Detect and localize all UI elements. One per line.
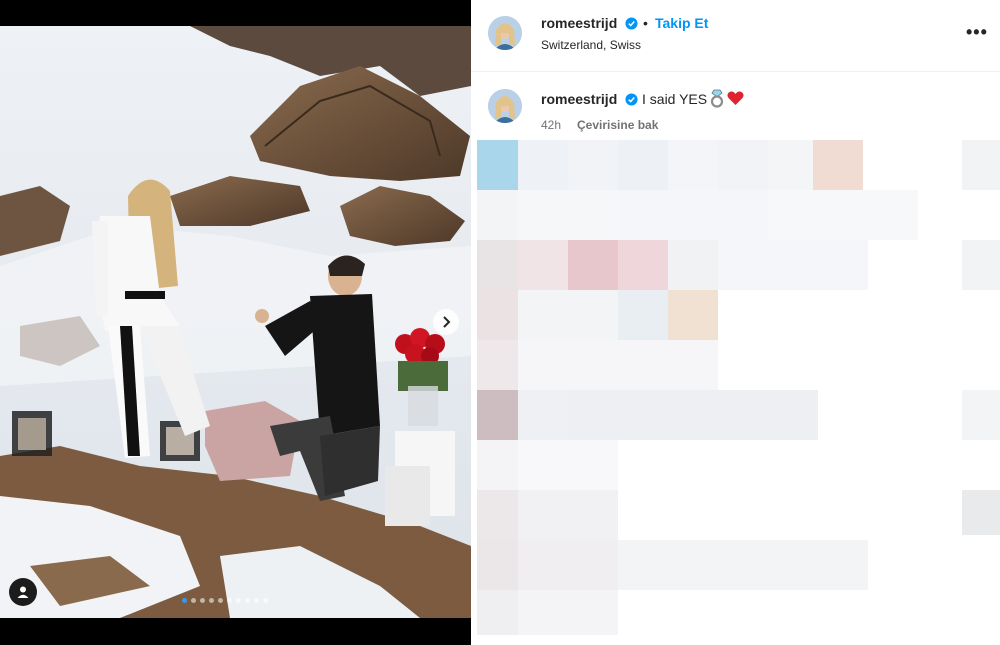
post-photo[interactable] bbox=[0, 26, 471, 618]
carousel-indicator bbox=[182, 598, 268, 603]
follow-button[interactable]: Takip Et bbox=[655, 15, 708, 31]
carousel-dot bbox=[209, 598, 214, 603]
instagram-post-view: romeestrijd • Takip Et Switzerland, Swis… bbox=[0, 0, 1000, 645]
post-side-panel: romeestrijd • Takip Et Switzerland, Swis… bbox=[471, 0, 1000, 645]
carousel-dot bbox=[218, 598, 223, 603]
ring-emoji bbox=[710, 89, 724, 108]
see-translation-link[interactable]: Çevirisine bak bbox=[577, 118, 658, 132]
caption-avatar[interactable] bbox=[488, 89, 522, 123]
post-location[interactable]: Switzerland, Swiss bbox=[541, 38, 641, 52]
caption-username[interactable]: romeestrijd bbox=[541, 91, 617, 107]
header-separator: • bbox=[643, 15, 648, 31]
carousel-dot bbox=[200, 598, 205, 603]
post-media-panel bbox=[0, 0, 471, 645]
chevron-right-icon bbox=[443, 316, 451, 328]
carousel-dot bbox=[191, 598, 196, 603]
verified-badge-icon bbox=[625, 17, 638, 30]
carousel-dot bbox=[254, 598, 259, 603]
carousel-dot bbox=[236, 598, 241, 603]
caption-text: I said YES bbox=[642, 91, 708, 107]
post-author-username[interactable]: romeestrijd bbox=[541, 15, 617, 31]
user-tag-icon bbox=[17, 586, 29, 598]
carousel-next-button[interactable] bbox=[433, 309, 459, 335]
post-timestamp[interactable]: 42h bbox=[541, 118, 561, 132]
carousel-dot bbox=[182, 598, 187, 603]
carousel-dot bbox=[245, 598, 250, 603]
blurred-comments-area bbox=[477, 140, 1000, 640]
user-tag-button[interactable] bbox=[9, 578, 37, 606]
heart-emoji bbox=[727, 91, 744, 105]
post-header: romeestrijd • Takip Et Switzerland, Swis… bbox=[471, 0, 1000, 72]
carousel-dot bbox=[263, 598, 268, 603]
more-options-icon[interactable]: ••• bbox=[966, 22, 988, 43]
carousel-dot bbox=[227, 598, 232, 603]
verified-badge-icon bbox=[625, 93, 638, 106]
avatar[interactable] bbox=[488, 16, 522, 50]
